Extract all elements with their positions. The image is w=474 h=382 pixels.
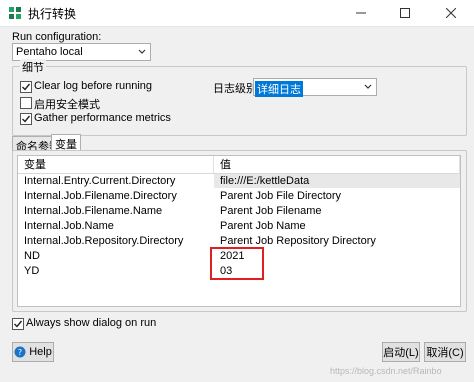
table-row[interactable]: Internal.Job.Filename.Directory Parent J… — [18, 189, 460, 203]
annotation-box — [210, 247, 264, 280]
gather-metrics-checkbox[interactable] — [20, 113, 32, 125]
help-icon: ? — [14, 346, 26, 358]
run-configuration-value: Pentaho local — [16, 46, 83, 58]
variable-name: ND — [24, 250, 40, 262]
table-row[interactable]: Internal.Job.Name Parent Job Name — [18, 219, 460, 233]
variable-value: Parent Job Name — [220, 220, 306, 232]
title-bar[interactable]: 执行转换 — [0, 0, 474, 27]
column-header-variable[interactable]: 变量 — [18, 156, 214, 174]
app-icon — [9, 7, 21, 19]
variable-name: Internal.Job.Repository.Directory — [24, 235, 184, 247]
minimize-icon[interactable] — [338, 0, 384, 26]
chevron-down-icon — [138, 49, 146, 54]
table-row[interactable]: Internal.Entry.Current.Directory file://… — [18, 174, 460, 188]
table-row[interactable]: Internal.Job.Repository.Directory Parent… — [18, 234, 460, 248]
variable-name: YD — [24, 265, 40, 277]
table-body: Internal.Entry.Current.Directory file://… — [18, 174, 460, 306]
tab-variables[interactable]: 变量 — [51, 134, 81, 151]
help-button[interactable]: ? Help — [12, 342, 54, 362]
variable-name: Internal.Job.Filename.Name — [24, 205, 163, 217]
log-level-label: 日志级别 — [213, 83, 257, 95]
chevron-down-icon — [364, 84, 372, 89]
variable-name: Internal.Job.Name — [24, 220, 114, 232]
variable-value: Parent Job Repository Directory — [220, 235, 376, 247]
details-group-title: 细节 — [20, 59, 46, 75]
cancel-button[interactable]: 取消(C) — [424, 342, 466, 362]
log-level-value: 详细日志 — [255, 81, 303, 97]
start-button-label: 启动(L) — [383, 347, 419, 359]
table-row[interactable]: Internal.Job.Filename.Name Parent Job Fi… — [18, 204, 460, 218]
svg-text:?: ? — [18, 348, 22, 357]
always-show-label: Always show dialog on run — [26, 317, 157, 329]
variable-name: Internal.Entry.Current.Directory — [24, 175, 176, 187]
safe-mode-label: 启用安全模式 — [34, 99, 100, 111]
always-show-checkbox[interactable] — [12, 318, 24, 330]
maximize-icon[interactable] — [382, 0, 428, 26]
clear-log-label: Clear log before running — [34, 80, 153, 92]
run-configuration-label: Run configuration: — [12, 31, 102, 43]
window-title: 执行转换 — [28, 7, 77, 21]
variable-value: file:///E:/kettleData — [214, 174, 460, 188]
check-icon — [22, 83, 31, 91]
clear-log-checkbox[interactable] — [20, 81, 32, 93]
gather-metrics-label: Gather performance metrics — [34, 112, 171, 124]
close-icon[interactable] — [428, 0, 474, 26]
watermark-text: https://blog.csdn.net/Rainbo — [330, 366, 442, 376]
log-level-select[interactable]: 详细日志 — [253, 78, 377, 97]
column-header-value[interactable]: 值 — [214, 156, 460, 174]
variables-table[interactable]: 变量 值 Internal.Entry.Current.Directory fi… — [17, 155, 461, 307]
check-icon — [22, 115, 31, 123]
start-button[interactable]: 启动(L) — [382, 342, 420, 362]
variable-value: Parent Job File Directory — [220, 190, 342, 202]
cancel-button-label: 取消(C) — [426, 347, 464, 359]
variable-name: Internal.Job.Filename.Directory — [24, 190, 177, 202]
check-icon — [14, 320, 23, 328]
variable-value: Parent Job Filename — [220, 205, 322, 217]
safe-mode-checkbox[interactable] — [20, 97, 32, 109]
help-button-label: Help — [29, 346, 52, 358]
